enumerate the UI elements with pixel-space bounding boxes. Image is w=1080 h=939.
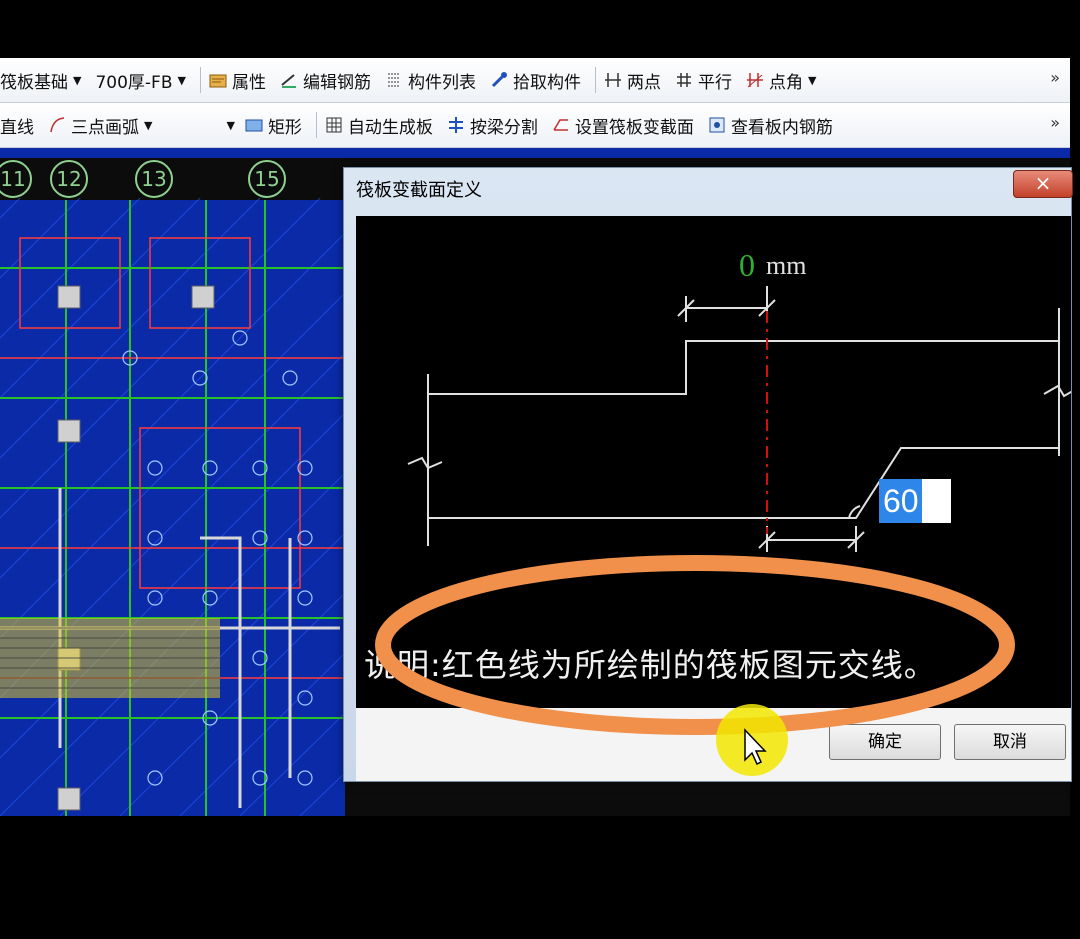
- highlight-ellipse: [375, 555, 1015, 735]
- annotation-overlay: [375, 555, 1015, 776]
